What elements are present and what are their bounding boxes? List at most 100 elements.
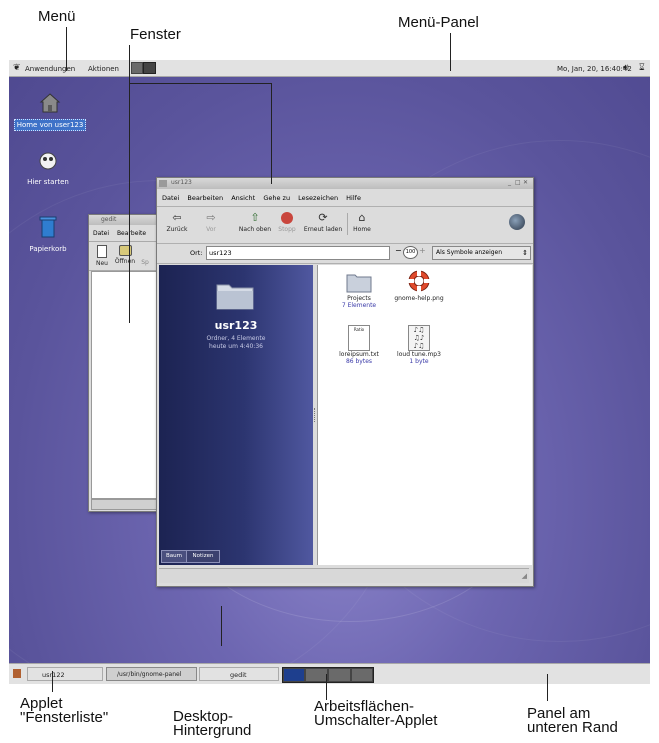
launcher-terminal-icon[interactable] <box>143 62 156 74</box>
side-pane-date: heute um 4:40:36 <box>209 343 263 350</box>
file-manager-window[interactable]: usr123 _ □ ✕ Datei Bearbeiten Ansicht Ge… <box>156 177 534 587</box>
home-icon <box>39 93 61 113</box>
callout-line-window-nautilus <box>271 83 272 184</box>
file-item-loud-tune[interactable]: ♪♫ ♫♪ ♪♫ loud tune.mp3 1 byte <box>384 325 454 365</box>
gedit-menu-file[interactable]: Datei <box>93 230 109 237</box>
actions-menu[interactable]: Aktionen <box>88 65 119 73</box>
annotation-window-list-applet: Applet "Fensterliste" <box>20 695 109 726</box>
location-bar: Ort: usr123 − 100 + Als Symbole anzeigen… <box>157 243 533 264</box>
callout-line-workspace-switcher <box>326 674 327 700</box>
annotation-window: Fenster <box>130 26 181 43</box>
menu-view[interactable]: Ansicht <box>231 194 255 202</box>
new-document-icon <box>97 245 107 258</box>
tab-notes[interactable]: Notizen <box>186 550 220 563</box>
start-here-icon <box>39 152 57 170</box>
stop-button[interactable]: Stopp <box>277 212 297 233</box>
tab-tree[interactable]: Baum <box>161 550 187 563</box>
up-arrow-icon: ⇧ <box>250 211 260 224</box>
back-button[interactable]: ⇦ Zurück <box>163 211 191 234</box>
menu-edit[interactable]: Bearbeiten <box>187 194 223 202</box>
back-arrow-icon: ⇦ <box>172 211 182 224</box>
desktop-icon-trash[interactable]: Papierkorb <box>9 215 88 254</box>
forward-arrow-icon: ⇨ <box>206 211 216 224</box>
callout-line-window-list <box>52 671 53 692</box>
window-menu-icon[interactable] <box>159 180 167 187</box>
file-manager-menubar: Datei Bearbeiten Ansicht Gehe zu Lesezei… <box>162 194 367 202</box>
gedit-menubar: Datei Bearbeite <box>93 230 152 237</box>
zoom-in-icon[interactable]: + <box>419 246 426 255</box>
workspace-3[interactable] <box>329 669 350 681</box>
callout-line-window-gedit <box>129 45 130 323</box>
workspace-1[interactable] <box>284 669 304 681</box>
trash-icon <box>39 216 57 238</box>
maximize-icon[interactable]: □ <box>515 179 521 186</box>
annotation-menu: Menü <box>38 8 76 25</box>
hourglass-icon: ⌛︎ <box>639 63 645 73</box>
side-pane: usr123 Ordner, 4 Elemente heute um 4:40:… <box>159 265 313 565</box>
show-desktop-icon[interactable] <box>13 669 21 678</box>
side-pane-info: Ordner, 4 Elemente <box>206 335 266 342</box>
location-label: Ort: <box>190 249 203 257</box>
menu-help[interactable]: Hilfe <box>346 194 361 202</box>
menu-go[interactable]: Gehe zu <box>263 194 290 202</box>
home-button[interactable]: ⌂ Home <box>351 211 373 234</box>
side-pane-title: usr123 <box>214 319 258 332</box>
volume-icon[interactable]: 🔊︎ <box>623 63 629 73</box>
toolbar-separator <box>347 213 348 235</box>
spin-arrows-icon: ⇕ <box>522 249 528 257</box>
view-mode-select[interactable]: Als Symbole anzeigen ⇕ <box>432 246 531 260</box>
zoom-out-icon[interactable]: − <box>395 246 402 255</box>
callout-line-desktop-bg <box>221 606 222 646</box>
file-manager-toolbar: ⇦ Zurück ⇨ Vor ⇧ Nach oben Stopp ⟳ Erneu… <box>157 206 533 244</box>
workspace-2[interactable] <box>306 669 327 681</box>
applications-menu[interactable]: Anwendungen <box>25 65 75 73</box>
desktop-icon-start-here[interactable]: Hier starten <box>9 150 88 187</box>
file-manager-titlebar[interactable]: usr123 _ □ ✕ <box>157 178 533 189</box>
lifebuoy-icon <box>408 270 430 292</box>
callout-line-bottom-panel <box>547 674 548 701</box>
annotation-desktop-background: Desktop- Hintergrund <box>173 708 252 739</box>
desktop: ❦ Anwendungen Aktionen Mo, Jan, 20, 16:4… <box>9 60 650 684</box>
annotation-workspace-switcher: Arbeitsflächen- Umschalter-Applet <box>314 698 438 729</box>
gedit-new-button[interactable]: Neu <box>92 245 112 267</box>
workspace-switcher[interactable] <box>282 667 374 683</box>
file-view[interactable]: Projects 7 Elemente gnome-help.png Ratio… <box>317 265 532 565</box>
close-icon[interactable]: ✕ <box>523 179 528 186</box>
location-input[interactable]: usr123 <box>206 246 390 260</box>
desktop-icon-home[interactable]: Home von user123 <box>10 92 90 131</box>
annotation-menu-panel: Menü-Panel <box>398 14 479 31</box>
zoom-level[interactable]: 100 <box>403 246 418 259</box>
reload-icon: ⟳ <box>318 211 328 224</box>
forward-button[interactable]: ⇨ Vor <box>200 211 222 234</box>
file-manager-statusbar: ◢ <box>159 568 529 583</box>
callout-line-menu-panel <box>450 33 451 71</box>
taskbar-button-usr122[interactable]: usr122 <box>27 667 103 681</box>
gedit-open-button[interactable]: Öffnen <box>113 245 137 265</box>
home-icon: ⌂ <box>358 211 366 224</box>
launcher-home-icon[interactable] <box>131 62 143 74</box>
taskbar-button-gedit[interactable]: gedit <box>199 667 279 681</box>
folder-icon <box>346 274 372 293</box>
menu-file[interactable]: Datei <box>162 194 179 202</box>
top-panel: ❦ Anwendungen Aktionen Mo, Jan, 20, 16:4… <box>9 60 650 77</box>
reload-button[interactable]: ⟳ Erneut laden <box>302 211 344 234</box>
resize-grip-icon[interactable]: ◢ <box>522 572 527 580</box>
file-item-gnome-help[interactable]: gnome-help.png <box>384 269 454 302</box>
gedit-menu-edit[interactable]: Bearbeite <box>117 230 146 237</box>
callout-line-menu <box>66 27 67 71</box>
folder-large-icon <box>216 284 254 310</box>
workspace-4[interactable] <box>352 669 372 681</box>
taskbar-button-gnome-panel[interactable]: /usr/bin/gnome-panel <box>106 667 197 681</box>
audio-file-icon: ♪♫ ♫♪ ♪♫ <box>408 325 430 351</box>
stop-icon <box>281 212 293 224</box>
clock[interactable]: Mo, Jan, 20, 16:40:42 <box>557 65 632 73</box>
gedit-save-button[interactable]: Sp <box>139 245 151 266</box>
throbber-icon <box>509 214 525 230</box>
gnome-foot-icon: ❦ <box>13 63 21 73</box>
bottom-panel: usr122 /usr/bin/gnome-panel gedit <box>9 663 650 684</box>
menu-bookmarks[interactable]: Lesezeichen <box>298 194 338 202</box>
text-file-icon: Ratio <box>348 325 370 351</box>
up-button[interactable]: ⇧ Nach oben <box>237 211 273 234</box>
annotation-bottom-panel: Panel am unteren Rand <box>527 705 618 736</box>
minimize-icon[interactable]: _ <box>508 179 511 186</box>
